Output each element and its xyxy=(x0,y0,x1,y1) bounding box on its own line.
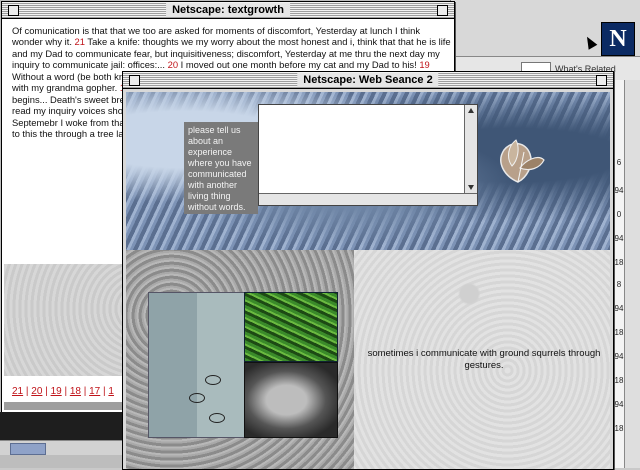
textgrowth-titlebar[interactable]: Netscape: textgrowth xyxy=(2,2,454,19)
browser-toolbar: N xyxy=(451,0,640,57)
response-textarea[interactable] xyxy=(258,104,478,206)
status-bar xyxy=(0,440,128,455)
textarea-vertical-scrollbar[interactable] xyxy=(464,105,477,205)
page-link[interactable]: 18 xyxy=(70,386,81,397)
face-photo xyxy=(244,362,338,438)
section-number[interactable]: 19 xyxy=(419,59,429,70)
close-box-icon[interactable] xyxy=(129,75,140,86)
background-scrollbar[interactable] xyxy=(624,80,640,468)
web-seance-titlebar[interactable]: Netscape: Web Seance 2 xyxy=(123,72,613,89)
close-box-icon[interactable] xyxy=(8,5,19,16)
window-title: Netscape: textgrowth xyxy=(166,3,290,17)
status-bar-icon[interactable] xyxy=(10,443,46,455)
scroll-arrows-icon xyxy=(468,108,474,190)
web-seance-window: Netscape: Web Seance 2 please tell us ab… xyxy=(122,71,614,470)
page-link[interactable]: 21 xyxy=(12,386,23,397)
page-number-links: 21 | 20 | 19 | 18 | 17 | 1 xyxy=(12,386,114,397)
gravel-texture-panel xyxy=(126,250,354,469)
seance-lower-area: sometimes i communicate with ground squr… xyxy=(126,250,610,469)
body-text-segment: I moved out one month before my cat and … xyxy=(178,59,420,71)
zoom-box-icon[interactable] xyxy=(596,75,607,86)
dark-panel xyxy=(0,412,128,440)
window-title: Netscape: Web Seance 2 xyxy=(297,73,439,87)
stone-texture-panel: sometimes i communicate with ground squr… xyxy=(354,250,610,469)
green-grass-photo xyxy=(244,292,338,362)
wall-photo xyxy=(148,292,246,438)
page-link[interactable]: 17 xyxy=(89,386,100,397)
ring-mark xyxy=(205,375,221,385)
zoom-box-icon[interactable] xyxy=(437,5,448,16)
section-number[interactable]: 20 xyxy=(168,59,178,70)
page-link[interactable]: 20 xyxy=(31,386,42,397)
seance-response-caption: sometimes i communicate with ground squr… xyxy=(367,348,601,371)
netscape-logo-icon[interactable]: N xyxy=(601,22,635,56)
seance-prompt-text: please tell us about an experience where… xyxy=(184,122,258,214)
page-link[interactable]: 19 xyxy=(51,386,62,397)
mouse-pointer-icon xyxy=(582,34,598,50)
leaf-icon xyxy=(500,139,545,183)
page-link[interactable]: 1 xyxy=(108,386,114,397)
ring-mark xyxy=(189,393,205,403)
textarea-horizontal-scrollbar[interactable] xyxy=(259,193,477,205)
ring-mark xyxy=(209,413,225,423)
section-number[interactable]: 21 xyxy=(75,36,85,47)
water-texture-banner: please tell us about an experience where… xyxy=(126,92,610,250)
